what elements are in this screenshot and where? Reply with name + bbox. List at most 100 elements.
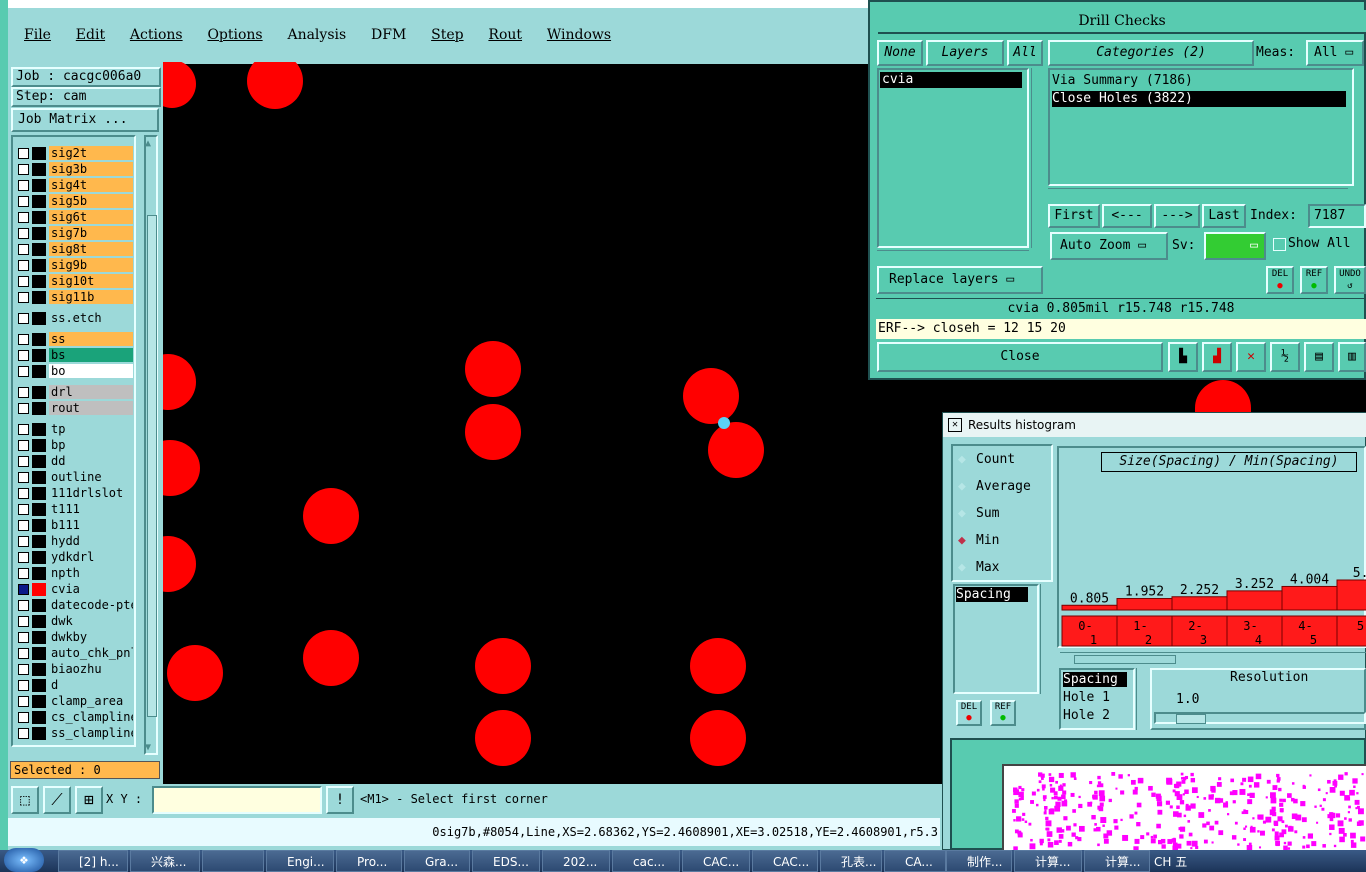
taskbar-item[interactable]: 202...	[542, 850, 610, 872]
layer-row-d[interactable]: d	[14, 678, 133, 693]
histogram-list-spacing[interactable]: Spacing	[956, 587, 1028, 602]
layer-checkbox[interactable]	[18, 568, 29, 579]
taskbar-item[interactable]: Gra...	[404, 850, 470, 872]
histogram-bar[interactable]	[1116, 598, 1173, 611]
close-button[interactable]: Close	[877, 342, 1163, 372]
zoom-box-icon[interactable]: ⬚	[11, 786, 39, 814]
layer-checkbox[interactable]	[18, 334, 29, 345]
taskbar-item[interactable]: Engi...	[266, 850, 334, 872]
category-hscroll[interactable]	[1048, 188, 1348, 201]
hole-table-scroll[interactable]	[1136, 668, 1149, 730]
layer-row-bs[interactable]: bs	[14, 348, 133, 363]
scroll-thumb[interactable]	[1074, 655, 1176, 664]
layer-checkbox[interactable]	[18, 600, 29, 611]
category-via-summary[interactable]: Via Summary (7186)	[1052, 73, 1342, 89]
layer-checkbox[interactable]	[18, 552, 29, 563]
layer-row-dwkby[interactable]: dwkby	[14, 630, 133, 645]
layer-checkbox[interactable]	[18, 292, 29, 303]
drill-layer-hscroll[interactable]	[877, 250, 1029, 263]
menu-edit[interactable]: Edit	[76, 27, 105, 43]
layer-row-bo[interactable]: bo	[14, 364, 133, 379]
taskbar-item[interactable]	[202, 850, 264, 872]
layer-row-outline[interactable]: outline	[14, 470, 133, 485]
layer-row-111drlslot[interactable]: 111drlslot	[14, 486, 133, 501]
layer-checkbox[interactable]	[18, 244, 29, 255]
layer-checkbox[interactable]	[18, 403, 29, 414]
layer-checkbox[interactable]	[18, 313, 29, 324]
radio-min[interactable]: ◆ Min	[958, 533, 1048, 551]
taskbar-item[interactable]: CA...	[884, 850, 946, 872]
layer-checkbox[interactable]	[18, 696, 29, 707]
histogram-bar[interactable]	[1171, 596, 1228, 611]
del-button[interactable]: DEL ●	[1266, 266, 1294, 294]
menu-rout[interactable]: Rout	[488, 27, 522, 43]
menu-options[interactable]: Options	[207, 27, 262, 43]
layer-checkbox[interactable]	[18, 504, 29, 515]
layer-row-t111[interactable]: t111	[14, 502, 133, 517]
taskbar-item[interactable]: 计算...	[1014, 850, 1082, 872]
layer-row-biaozhu[interactable]: biaozhu	[14, 662, 133, 677]
layer-checkbox[interactable]	[18, 164, 29, 175]
histogram-icon[interactable]: ▥	[1338, 342, 1366, 372]
layer-checkbox[interactable]	[18, 648, 29, 659]
layer-row-npth[interactable]: npth	[14, 566, 133, 581]
layer-checkbox[interactable]	[18, 387, 29, 398]
tool-icon-3[interactable]: ✕	[1236, 342, 1266, 372]
scroll-thumb[interactable]	[147, 215, 157, 717]
layer-row-b111[interactable]: b111	[14, 518, 133, 533]
hist-del-button[interactable]: DEL ●	[956, 700, 982, 726]
ref-button[interactable]: REF ●	[1300, 266, 1328, 294]
layer-row-sig10t[interactable]: sig10t	[14, 274, 133, 289]
categories-tab[interactable]: Categories (2)	[1048, 40, 1254, 66]
layer-checkbox[interactable]	[18, 456, 29, 467]
layer-row-sig11b[interactable]: sig11b	[14, 290, 133, 305]
drill-layer-cvia[interactable]: cvia	[880, 72, 1022, 88]
layer-checkbox[interactable]	[18, 712, 29, 723]
graphics-canvas[interactable]	[163, 64, 940, 784]
layer-row-ydkdrl[interactable]: ydkdrl	[14, 550, 133, 565]
undo-button[interactable]: UNDO ↺	[1334, 266, 1366, 294]
layer-checkbox[interactable]	[18, 212, 29, 223]
measure-icon[interactable]: ⟋	[43, 786, 71, 814]
histogram-list-scroll[interactable]	[1040, 584, 1053, 694]
taskbar-item[interactable]: 制作...	[946, 850, 1012, 872]
replace-layers-button[interactable]: Replace layers ▭	[877, 266, 1043, 294]
layer-row-sig8t[interactable]: sig8t	[14, 242, 133, 257]
menu-analysis[interactable]: Analysis	[287, 27, 346, 43]
menu-file[interactable]: File	[24, 27, 51, 43]
none-button[interactable]: None	[877, 40, 923, 66]
layer-checkbox[interactable]	[18, 228, 29, 239]
layer-checkbox[interactable]	[18, 350, 29, 361]
layer-checkbox[interactable]	[18, 440, 29, 451]
taskbar-item[interactable]: cac...	[612, 850, 680, 872]
exclaim-button[interactable]: !	[326, 786, 354, 814]
layer-row-clamp-area[interactable]: clamp_area	[14, 694, 133, 709]
category-close-holes[interactable]: Close Holes (3822)	[1052, 91, 1346, 107]
sv-dropdown[interactable]: ▭	[1204, 232, 1266, 260]
meas-dropdown[interactable]: All ▭	[1306, 40, 1364, 66]
slider-thumb[interactable]	[1176, 714, 1206, 724]
layer-checkbox[interactable]	[18, 424, 29, 435]
index-input[interactable]: 7187	[1308, 204, 1366, 228]
histogram-bar[interactable]	[1226, 590, 1283, 611]
layer-row-cvia[interactable]: cvia	[14, 582, 133, 597]
radio-count[interactable]: ◆ Count	[958, 452, 1048, 470]
layer-checkbox[interactable]	[18, 488, 29, 499]
layer-checkbox[interactable]	[18, 616, 29, 627]
xy-input[interactable]	[152, 786, 322, 814]
menu-actions[interactable]: Actions	[130, 27, 183, 43]
tool-icon-1[interactable]: ▙	[1168, 342, 1198, 372]
radio-average[interactable]: ◆ Average	[958, 479, 1048, 497]
layer-row-sig7b[interactable]: sig7b	[14, 226, 133, 241]
report-icon[interactable]: ▤	[1304, 342, 1334, 372]
layer-row-tp[interactable]: tp	[14, 422, 133, 437]
layer-checkbox[interactable]	[18, 632, 29, 643]
layer-row-rout[interactable]: rout	[14, 401, 133, 416]
layer-row-bp[interactable]: bp	[14, 438, 133, 453]
layer-checkbox[interactable]	[18, 260, 29, 271]
drill-layer-vscroll[interactable]	[1031, 68, 1044, 248]
hole-table-hole1[interactable]: Hole 1	[1063, 690, 1110, 705]
layer-row-sig2t[interactable]: sig2t	[14, 146, 133, 161]
layers-tab[interactable]: Layers	[926, 40, 1004, 66]
taskbar-item[interactable]: 孔表...	[820, 850, 882, 872]
